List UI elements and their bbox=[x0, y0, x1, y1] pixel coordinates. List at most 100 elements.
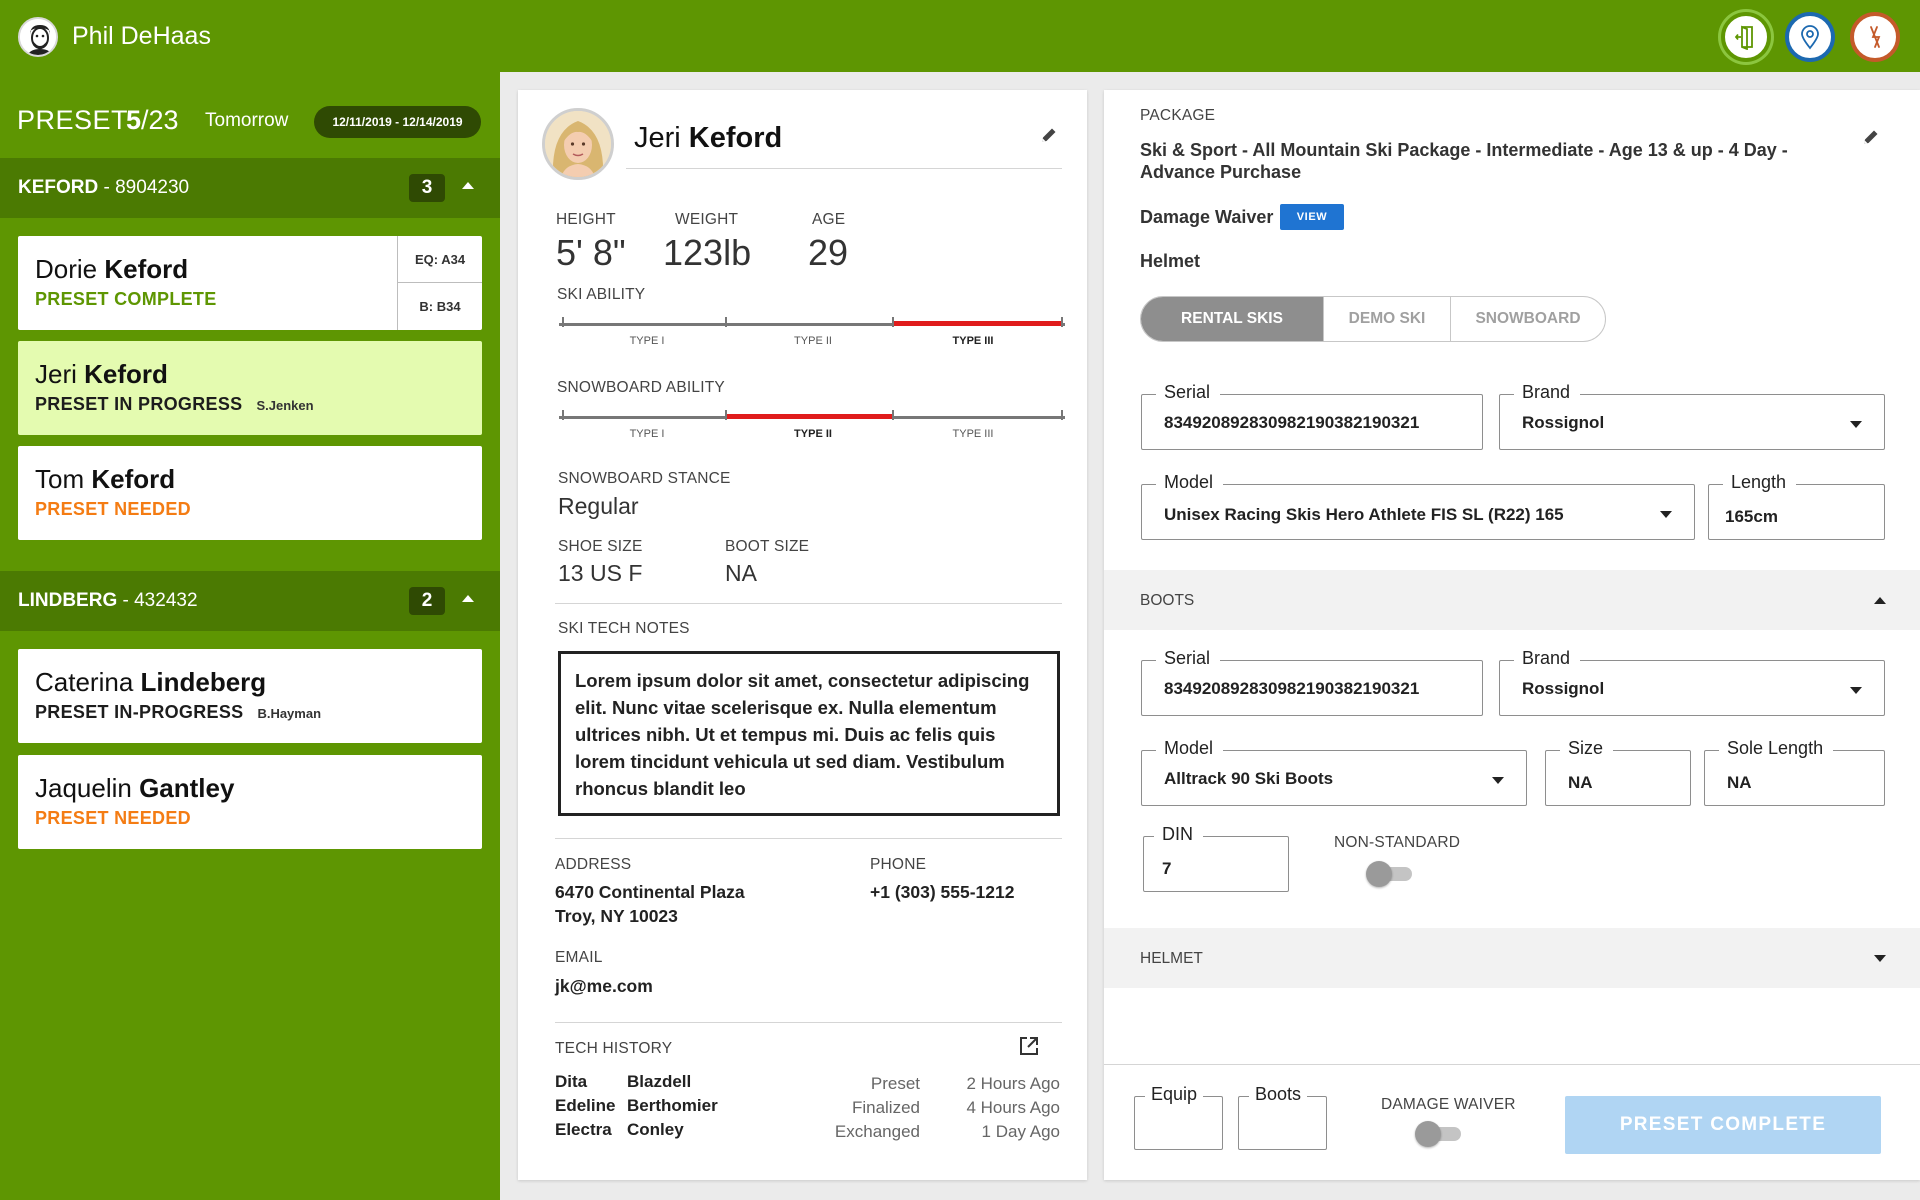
person-card-dorie[interactable]: Dorie Keford PRESET COMPLETE EQ: A34 B: … bbox=[18, 236, 482, 330]
history-action: Exchanged bbox=[834, 1122, 920, 1141]
ski-brand-value: Rossignol bbox=[1522, 413, 1605, 432]
preset-summary: PRESET 5/23 Tomorrow 12/11/2019 - 12/14/… bbox=[0, 72, 500, 158]
boots-sole-length-field[interactable]: Sole Length NA bbox=[1704, 738, 1885, 806]
group-header-lindberg[interactable]: LINDBERG - 432432 2 bbox=[0, 571, 500, 631]
level-label: TYPE III bbox=[952, 428, 994, 440]
ski-serial-field[interactable]: Serial 834920892830982190382190321 bbox=[1141, 382, 1483, 450]
ski-brand-select[interactable]: Brand Rossignol bbox=[1499, 382, 1885, 450]
person-card-jaquelin[interactable]: Jaquelin Gantley PRESET NEEDED bbox=[18, 755, 482, 849]
non-standard-toggle[interactable] bbox=[1366, 861, 1414, 887]
exit-button[interactable] bbox=[1721, 12, 1771, 62]
non-standard-label: NON-STANDARD bbox=[1334, 834, 1461, 851]
boots-size-field[interactable]: Size NA bbox=[1545, 738, 1691, 806]
edit-profile-button[interactable] bbox=[1040, 126, 1058, 149]
tab-rental-skis[interactable]: RENTAL SKIS bbox=[1141, 297, 1323, 341]
damage-waiver-toggle[interactable] bbox=[1415, 1121, 1463, 1147]
email-value[interactable]: jk@me.com bbox=[555, 974, 653, 998]
user-name: Phil DeHaas bbox=[72, 22, 211, 50]
field-label: Model bbox=[1156, 472, 1224, 493]
person-card-tom[interactable]: Tom Keford PRESET NEEDED bbox=[18, 446, 482, 540]
tech-name: B.Hayman bbox=[257, 706, 322, 721]
preset-complete-button[interactable]: PRESET COMPLETE bbox=[1565, 1096, 1881, 1154]
boots-brand-select[interactable]: Brand Rossignol bbox=[1499, 648, 1885, 716]
history-first: Edeline bbox=[555, 1096, 616, 1115]
tech-name: S.Jenken bbox=[256, 398, 314, 413]
tab-demo-ski[interactable]: DEMO SKI bbox=[1323, 297, 1450, 341]
boot-size-value: NA bbox=[725, 560, 757, 586]
chevron-down-icon[interactable] bbox=[1874, 955, 1886, 962]
preset-label: PRESET bbox=[17, 105, 129, 135]
ski-tech-notes[interactable]: Lorem ipsum dolor sit amet, consectetur … bbox=[558, 651, 1060, 816]
person-name: Dorie Keford bbox=[35, 254, 189, 284]
door-exit-icon bbox=[1734, 25, 1753, 50]
section-title: HELMET bbox=[1140, 950, 1203, 967]
damage-waiver-label: Damage Waiver bbox=[1140, 207, 1274, 227]
ski-ability-scale: TYPE I TYPE II TYPE III bbox=[559, 305, 1065, 347]
person-status: PRESET NEEDED bbox=[35, 499, 191, 519]
customer-name: Jeri Keford bbox=[634, 122, 783, 154]
field-label: Brand bbox=[1514, 648, 1581, 669]
preset-total: /23 bbox=[141, 105, 179, 135]
boots-model-select[interactable]: Model Alltrack 90 Ski Boots bbox=[1141, 738, 1527, 806]
phone-value[interactable]: +1 (303) 555-1212 bbox=[870, 880, 1015, 904]
chevron-up-icon[interactable] bbox=[462, 595, 474, 602]
ski-length-field[interactable]: Length 165cm bbox=[1708, 472, 1885, 540]
tab-snowboard[interactable]: SNOWBOARD bbox=[1450, 297, 1605, 341]
stance-value: Regular bbox=[558, 493, 639, 519]
field-label: Boots bbox=[1249, 1084, 1308, 1105]
divider bbox=[1104, 1064, 1920, 1065]
preset-day: Tomorrow bbox=[205, 110, 289, 131]
view-waiver-button[interactable]: VIEW bbox=[1280, 204, 1344, 230]
boots-size-value: NA bbox=[1568, 773, 1593, 792]
person-name: Jaquelin Gantley bbox=[35, 773, 235, 803]
ski-model-select[interactable]: Model Unisex Racing Skis Hero Athlete FI… bbox=[1141, 472, 1695, 540]
package-value: Ski & Sport - All Mountain Ski Package -… bbox=[1140, 140, 1788, 182]
toggle-knob bbox=[1366, 861, 1392, 887]
stance-label: SNOWBOARD STANCE bbox=[558, 470, 731, 487]
weight-label: WEIGHT bbox=[675, 211, 739, 228]
divider bbox=[626, 168, 1062, 169]
age-value: 29 bbox=[808, 232, 849, 273]
equip-field[interactable]: Equip bbox=[1134, 1084, 1223, 1150]
user-avatar-icon bbox=[20, 19, 56, 55]
level-label: TYPE II bbox=[794, 335, 832, 347]
snowboard-ability-fill bbox=[727, 414, 892, 419]
chevron-up-icon[interactable] bbox=[462, 182, 474, 189]
divider bbox=[555, 1022, 1062, 1023]
chevron-down-icon bbox=[1492, 777, 1504, 784]
group-count-badge: 3 bbox=[409, 174, 445, 202]
person-card-caterina[interactable]: Caterina Lindeberg PRESET IN-PROGRESS B.H… bbox=[18, 649, 482, 743]
field-label: Serial bbox=[1156, 648, 1221, 669]
email-label: EMAIL bbox=[555, 949, 603, 966]
divider bbox=[555, 838, 1062, 839]
history-when: 1 Day Ago bbox=[981, 1122, 1060, 1141]
eq-tag: EQ: A34 bbox=[398, 236, 482, 283]
boots-serial-value: 834920892830982190382190321 bbox=[1164, 679, 1420, 698]
user-avatar[interactable] bbox=[18, 17, 58, 57]
group-name: KEFORD - 8904230 bbox=[18, 177, 190, 198]
level-label-selected: TYPE III bbox=[952, 335, 994, 347]
date-range-pill[interactable]: 12/11/2019 - 12/14/2019 bbox=[314, 106, 481, 138]
boots-field[interactable]: Boots bbox=[1238, 1084, 1327, 1150]
level-label: TYPE I bbox=[629, 428, 665, 440]
open-history-button[interactable] bbox=[1018, 1035, 1040, 1062]
group-header-keford[interactable]: KEFORD - 8904230 3 bbox=[0, 158, 500, 218]
person-status: PRESET COMPLETE bbox=[35, 289, 217, 309]
sidebar: PRESET 5/23 Tomorrow 12/11/2019 - 12/14/… bbox=[0, 72, 500, 1200]
customer-avatar bbox=[542, 108, 614, 180]
person-card-jeri[interactable]: Jeri Keford PRESET IN PROGRESS S.Jenken bbox=[18, 341, 482, 435]
boot-size-label: BOOT SIZE bbox=[725, 538, 810, 555]
preset-count: 5/23 bbox=[126, 105, 179, 136]
field-label: DIN bbox=[1154, 824, 1203, 845]
scale-tick bbox=[562, 410, 564, 420]
location-button[interactable] bbox=[1785, 12, 1835, 62]
din-field[interactable]: DIN 7 bbox=[1143, 824, 1289, 892]
height-label: HEIGHT bbox=[556, 211, 616, 228]
boots-serial-field[interactable]: Serial 834920892830982190382190321 bbox=[1141, 648, 1483, 716]
boots-section-header[interactable]: BOOTS bbox=[1104, 570, 1920, 630]
history-when: 2 Hours Ago bbox=[966, 1074, 1060, 1093]
ski-button[interactable] bbox=[1850, 12, 1900, 62]
edit-package-button[interactable] bbox=[1862, 128, 1880, 151]
helmet-section-header[interactable]: HELMET bbox=[1104, 928, 1920, 988]
chevron-up-icon[interactable] bbox=[1874, 597, 1886, 604]
